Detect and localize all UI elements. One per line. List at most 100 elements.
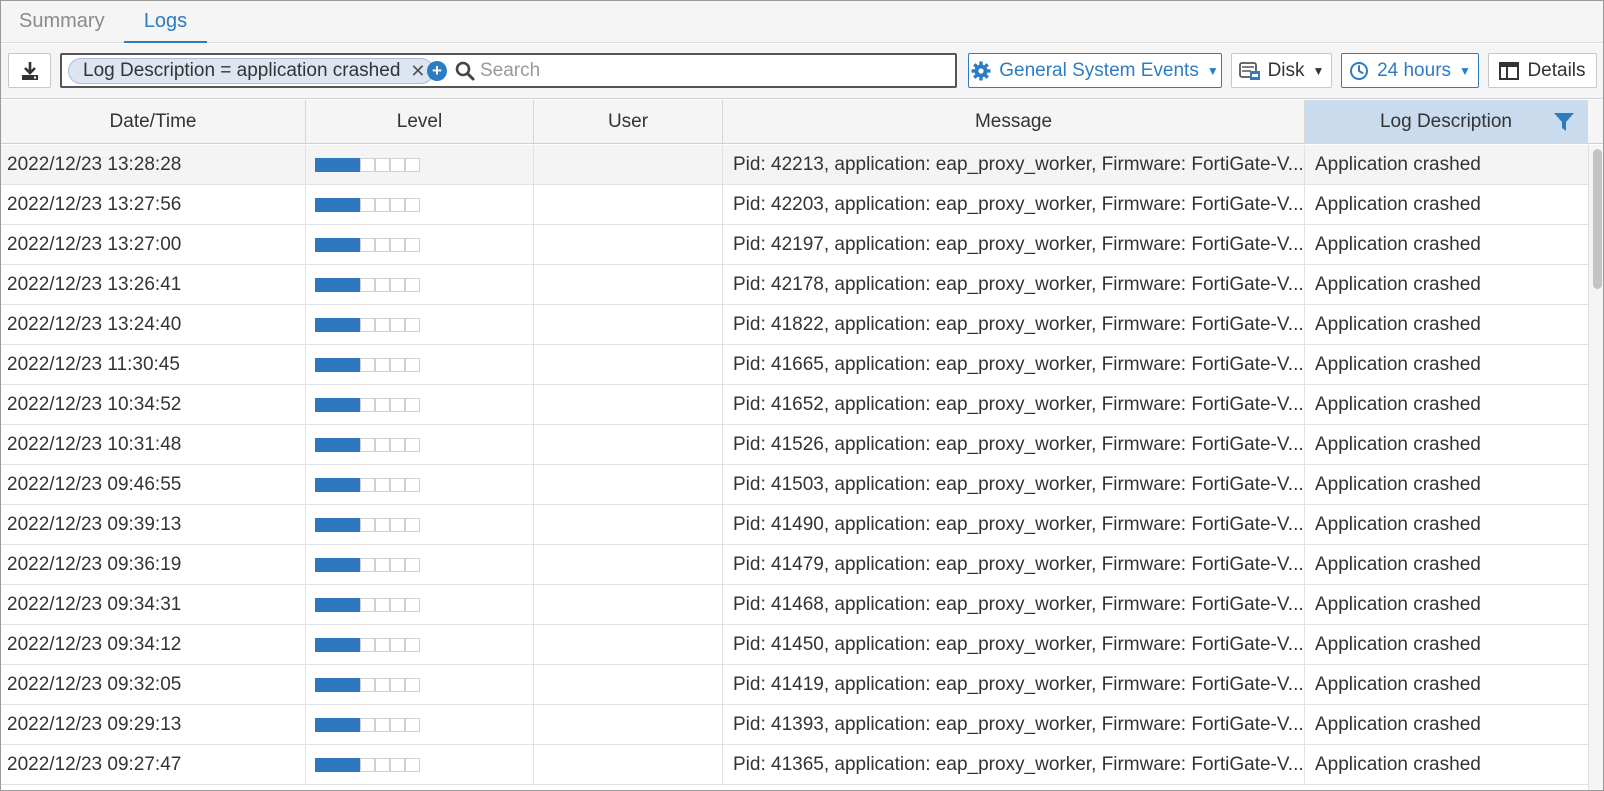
column-header-datetime[interactable]: Date/Time xyxy=(1,100,306,144)
add-filter-icon[interactable]: + xyxy=(427,61,447,81)
table-row[interactable]: 2022/12/23 13:27:00 Pid: 42197, applicati… xyxy=(1,225,1588,265)
table-row[interactable]: 2022/12/23 13:27:56 Pid: 42203, applicati… xyxy=(1,185,1588,225)
clock-icon xyxy=(1350,61,1369,80)
cell-user xyxy=(534,745,723,785)
cell-datetime: 2022/12/23 13:24:40 xyxy=(1,305,306,345)
cell-user xyxy=(534,705,723,745)
cell-level xyxy=(306,545,534,585)
level-square xyxy=(345,718,360,732)
level-square xyxy=(345,438,360,452)
table-row[interactable]: 2022/12/23 13:26:41 Pid: 42178, applicati… xyxy=(1,265,1588,305)
search-box[interactable]: Log Description = application crashed ✕ … xyxy=(60,53,957,88)
tab-bar: Summary Logs xyxy=(1,1,1603,43)
level-square xyxy=(405,318,420,332)
level-square xyxy=(315,678,330,692)
level-square xyxy=(405,438,420,452)
level-square xyxy=(330,718,345,732)
level-indicator xyxy=(315,358,420,372)
level-square xyxy=(345,358,360,372)
table-row[interactable]: 2022/12/23 09:29:13 Pid: 41393, applicati… xyxy=(1,705,1588,745)
table-row[interactable]: 2022/12/23 09:32:05 Pid: 41419, applicati… xyxy=(1,665,1588,705)
table-row[interactable]: 2022/12/23 09:46:55 Pid: 41503, applicati… xyxy=(1,465,1588,505)
vertical-scrollbar[interactable] xyxy=(1588,145,1603,790)
tab-logs[interactable]: Logs xyxy=(124,1,207,43)
table-row[interactable]: 2022/12/23 13:28:28 Pid: 42213, applicati… xyxy=(1,145,1588,185)
level-square xyxy=(315,438,330,452)
level-square xyxy=(390,318,405,332)
table-row[interactable]: 2022/12/23 13:24:40 Pid: 41822, applicati… xyxy=(1,305,1588,345)
level-indicator xyxy=(315,158,420,172)
level-square xyxy=(405,678,420,692)
level-square xyxy=(375,758,390,772)
level-square xyxy=(360,598,375,612)
level-square xyxy=(315,518,330,532)
time-range-dropdown[interactable]: 24 hours ▼ xyxy=(1341,53,1479,88)
search-input[interactable] xyxy=(480,58,940,84)
table-row[interactable]: 2022/12/23 09:36:19 Pid: 41479, applicati… xyxy=(1,545,1588,585)
level-square xyxy=(330,558,345,572)
cell-datetime: 2022/12/23 13:27:00 xyxy=(1,225,306,265)
level-indicator xyxy=(315,478,420,492)
level-square xyxy=(345,598,360,612)
level-square xyxy=(405,758,420,772)
level-indicator xyxy=(315,438,420,452)
column-header-message[interactable]: Message xyxy=(723,100,1305,144)
log-source-dropdown[interactable]: Disk ▼ xyxy=(1231,53,1332,88)
level-square xyxy=(360,638,375,652)
cell-datetime: 2022/12/23 10:34:52 xyxy=(1,385,306,425)
level-square xyxy=(405,638,420,652)
table-row[interactable]: 2022/12/23 11:30:45 Pid: 41665, applicati… xyxy=(1,345,1588,385)
level-square xyxy=(390,478,405,492)
level-square xyxy=(330,438,345,452)
level-indicator xyxy=(315,758,420,772)
filter-chip[interactable]: Log Description = application crashed ✕ xyxy=(68,58,435,84)
level-square xyxy=(375,158,390,172)
level-square xyxy=(360,678,375,692)
level-indicator xyxy=(315,518,420,532)
cell-log-description: Application crashed xyxy=(1315,234,1481,255)
level-square xyxy=(405,718,420,732)
level-square xyxy=(360,478,375,492)
table-row[interactable]: 2022/12/23 09:34:12 Pid: 41450, applicati… xyxy=(1,625,1588,665)
tab-summary[interactable]: Summary xyxy=(3,1,121,43)
level-square xyxy=(315,558,330,572)
cell-message: Pid: 41822, application: eap_proxy_worke… xyxy=(723,305,1305,345)
column-header-log-description[interactable]: Log Description xyxy=(1305,100,1588,144)
level-square xyxy=(405,278,420,292)
cell-message: Pid: 41365, application: eap_proxy_worke… xyxy=(723,745,1305,785)
level-square xyxy=(345,518,360,532)
columns-icon xyxy=(1499,61,1520,80)
table-row[interactable]: 2022/12/23 09:39:13 Pid: 41490, applicati… xyxy=(1,505,1588,545)
level-square xyxy=(315,198,330,212)
table-row[interactable]: 2022/12/23 10:31:48 Pid: 41526, applicati… xyxy=(1,425,1588,465)
level-square xyxy=(360,758,375,772)
level-square xyxy=(345,558,360,572)
column-header-level[interactable]: Level xyxy=(306,100,534,144)
level-indicator xyxy=(315,638,420,652)
scrollbar-thumb[interactable] xyxy=(1593,149,1602,289)
cell-message: Pid: 41479, application: eap_proxy_worke… xyxy=(723,545,1305,585)
table-row[interactable]: 2022/12/23 10:34:52 Pid: 41652, applicati… xyxy=(1,385,1588,425)
level-square xyxy=(390,238,405,252)
level-square xyxy=(375,358,390,372)
table-row[interactable]: 2022/12/23 09:27:47 Pid: 41365, applicati… xyxy=(1,745,1588,785)
table-row[interactable]: 2022/12/23 09:34:31 Pid: 41468, applicati… xyxy=(1,585,1588,625)
level-square xyxy=(315,598,330,612)
toolbar: Log Description = application crashed ✕ … xyxy=(1,44,1603,99)
cell-log-description: Application crashed xyxy=(1315,714,1481,735)
filter-icon[interactable] xyxy=(1553,111,1575,133)
details-button[interactable]: Details xyxy=(1488,53,1597,88)
column-header-user[interactable]: User xyxy=(534,100,723,144)
cell-log-description: Application crashed xyxy=(1315,274,1481,295)
remove-filter-icon[interactable]: ✕ xyxy=(410,61,425,82)
cell-message: Pid: 41503, application: eap_proxy_worke… xyxy=(723,465,1305,505)
cell-datetime: 2022/12/23 10:31:48 xyxy=(1,425,306,465)
level-square xyxy=(390,558,405,572)
level-square xyxy=(405,558,420,572)
cell-user xyxy=(534,345,723,385)
download-button[interactable] xyxy=(8,53,51,88)
event-type-dropdown[interactable]: General System Events ▼ xyxy=(968,53,1222,88)
level-square xyxy=(390,398,405,412)
level-square xyxy=(345,278,360,292)
level-square xyxy=(375,278,390,292)
